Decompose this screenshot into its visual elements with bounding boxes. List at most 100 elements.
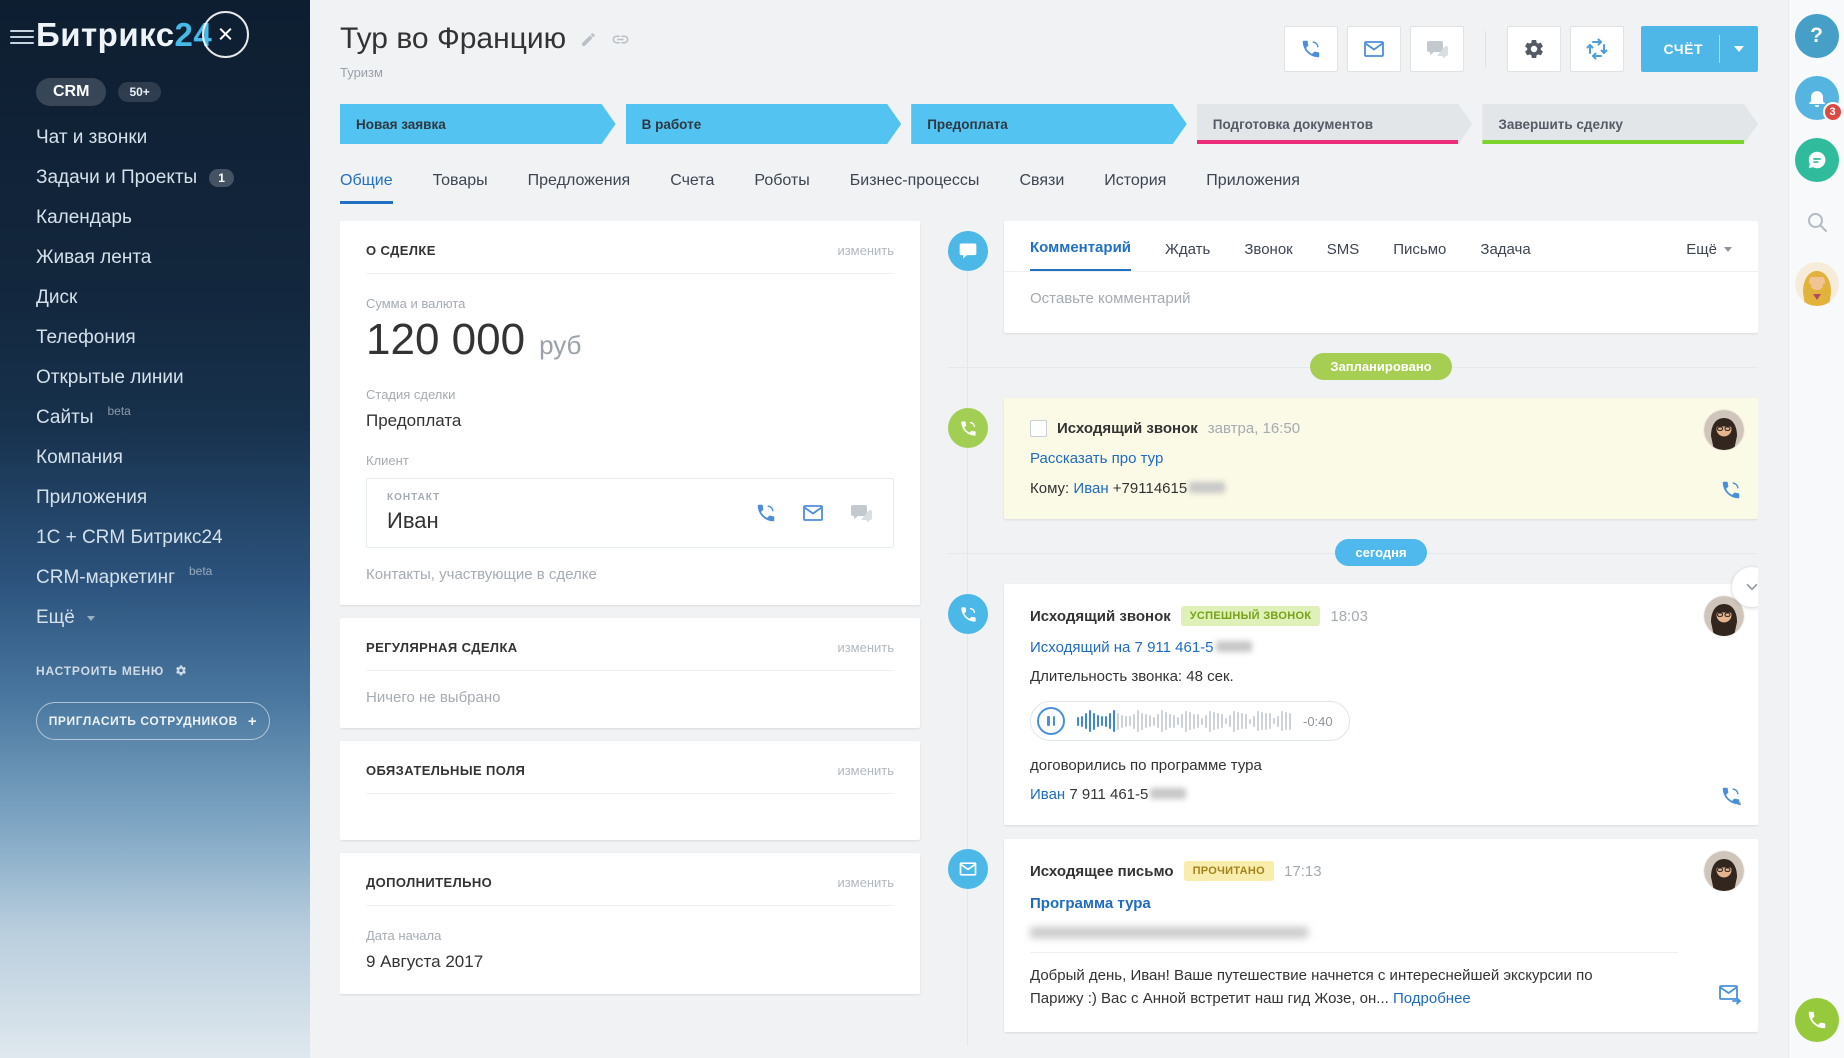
help-button[interactable]: ? [1795, 14, 1839, 58]
sidebar-item-feed[interactable]: Живая лента [36, 238, 310, 278]
composer-tab-comment[interactable]: Комментарий [1030, 239, 1131, 271]
activity-time: завтра, 16:50 [1208, 420, 1300, 437]
comment-input[interactable]: Оставьте комментарий [1004, 272, 1758, 333]
tab-business-processes[interactable]: Бизнес-процессы [850, 172, 980, 204]
tab-general[interactable]: Общие [340, 172, 393, 204]
sidebar-item-tasks-projects[interactable]: Задачи и Проекты1 [36, 158, 310, 198]
stage-document-preparation[interactable]: Подготовка документов [1197, 104, 1473, 144]
stage-prepayment[interactable]: Предоплата [911, 104, 1187, 144]
hamburger-icon[interactable] [10, 26, 34, 48]
sidebar-item-sites[interactable]: Сайтыbeta [36, 398, 310, 438]
notification-count-badge: 3 [1823, 102, 1843, 122]
tab-history[interactable]: История [1104, 172, 1166, 204]
today-pill[interactable]: сегодня [1335, 539, 1426, 566]
planned-pill[interactable]: Запланировано [1310, 353, 1451, 380]
settings-button[interactable] [1507, 26, 1561, 72]
blurred-email-address [1030, 927, 1308, 938]
audio-player: -0:40 [1030, 701, 1350, 741]
sync-icon [1585, 37, 1609, 61]
stage-close-deal[interactable]: Завершить сделку [1482, 104, 1758, 144]
contact-name[interactable]: Иван [387, 508, 440, 534]
redial-icon[interactable] [1720, 785, 1742, 807]
email-button[interactable] [1347, 26, 1401, 72]
sidebar-item-applications[interactable]: Приложения [36, 478, 310, 518]
email-subject-link[interactable]: Программа тура [1030, 895, 1151, 912]
notifications-button[interactable]: 3 [1795, 76, 1839, 120]
stage-value[interactable]: Предоплата [366, 411, 894, 431]
sidebar-item-calendar[interactable]: Календарь [36, 198, 310, 238]
tab-products[interactable]: Товары [433, 172, 488, 204]
sidebar-item-open-lines[interactable]: Открытые линии [36, 358, 310, 398]
tab-invoices[interactable]: Счета [670, 172, 714, 204]
call-subject-link[interactable]: Рассказать про тур [1030, 450, 1163, 467]
invoice-dropdown[interactable] [1720, 46, 1758, 52]
sidebar-item-crm[interactable]: CRM [36, 78, 106, 106]
search-button[interactable] [1795, 200, 1839, 244]
audio-waveform[interactable] [1077, 708, 1291, 734]
contact-link[interactable]: Иван [1030, 786, 1065, 803]
section-title: ОБЯЗАТЕЛЬНЫЕ ПОЛЯ [366, 763, 525, 778]
contact-card[interactable]: КОНТАКТ Иван [366, 478, 894, 548]
sidebar-item-crm-marketing[interactable]: CRM-маркетингbeta [36, 558, 310, 598]
planned-separator: Запланировано [1004, 353, 1758, 380]
right-rail: ? 3 [1788, 0, 1844, 1058]
phone-icon [1300, 38, 1322, 60]
sidebar-item-disk[interactable]: Диск [36, 278, 310, 318]
deal-header: Тур во Францию Туризм [340, 0, 1758, 80]
activity-title: Исходящий звонок [1057, 420, 1198, 437]
read-more-link[interactable]: Подробнее [1393, 990, 1471, 1007]
edit-link[interactable]: изменить [837, 640, 894, 655]
tab-applications[interactable]: Приложения [1206, 172, 1300, 204]
invoice-button[interactable]: СЧЁТ [1641, 26, 1758, 72]
sidebar: Битрикс24 × CRM 50+ Чат и звонки Задачи … [0, 0, 310, 1058]
contact-link[interactable]: Иван [1073, 480, 1108, 497]
pause-button[interactable] [1037, 707, 1065, 735]
messenger-button[interactable] [1795, 138, 1839, 182]
user-avatar[interactable] [1795, 262, 1839, 306]
complete-checkbox[interactable] [1030, 420, 1047, 437]
comment-bubble-icon [948, 231, 988, 271]
reply-mail-icon[interactable] [1718, 982, 1742, 1006]
email-status-badge: ПРОЧИТАНО [1184, 861, 1274, 881]
mail-icon[interactable] [801, 501, 825, 525]
contact-type-label: КОНТАКТ [387, 492, 440, 503]
close-icon[interactable]: × [202, 11, 249, 58]
call-direction-link[interactable]: Исходящий на 7 911 461-5 [1030, 639, 1214, 656]
phone-icon[interactable] [755, 502, 777, 524]
chat-icon[interactable] [849, 501, 873, 525]
call-note: договорились по программе тура [1030, 757, 1678, 774]
tab-quotes[interactable]: Предложения [528, 172, 631, 204]
edit-link[interactable]: изменить [837, 763, 894, 778]
composer-more-dropdown[interactable]: Ещё [1686, 241, 1732, 271]
deal-amount[interactable]: 120 000 [366, 315, 525, 365]
pencil-icon[interactable] [580, 31, 597, 48]
sidebar-item-company[interactable]: Компания [36, 438, 310, 478]
link-icon[interactable] [611, 30, 630, 49]
edit-link[interactable]: изменить [837, 875, 894, 890]
chat-button[interactable] [1410, 26, 1464, 72]
call-button[interactable] [1284, 26, 1338, 72]
call-action-icon[interactable] [1720, 479, 1742, 501]
composer-tab-sms[interactable]: SMS [1327, 241, 1360, 271]
composer-tab-letter[interactable]: Письмо [1393, 241, 1446, 271]
sidebar-item-chat-calls[interactable]: Чат и звонки [36, 118, 310, 158]
phone-call-button[interactable] [1795, 998, 1839, 1042]
configure-menu-button[interactable]: НАСТРОИТЬ МЕНЮ [36, 664, 310, 678]
beta-tag: beta [189, 564, 212, 578]
sidebar-item-telephony[interactable]: Телефония [36, 318, 310, 358]
edit-link[interactable]: изменить [837, 243, 894, 258]
blurred-phone-digits [1189, 482, 1225, 493]
stage-in-progress[interactable]: В работе [626, 104, 902, 144]
sidebar-item-more[interactable]: Ещё [36, 598, 310, 638]
composer-tab-task[interactable]: Задача [1480, 241, 1530, 271]
automation-button[interactable] [1570, 26, 1624, 72]
remaining-time: -0:40 [1303, 714, 1333, 729]
sidebar-item-1c-crm[interactable]: 1С + CRM Битрикс24 [36, 518, 310, 558]
tab-relations[interactable]: Связи [1019, 172, 1064, 204]
tab-robots[interactable]: Роботы [754, 172, 809, 204]
invite-employees-button[interactable]: ПРИГЛАСИТЬ СОТРУДНИКОВ+ [36, 702, 270, 740]
about-deal-card: О СДЕЛКЕ изменить Сумма и валюта 120 000… [340, 221, 920, 605]
composer-tab-wait[interactable]: Ждать [1165, 241, 1210, 271]
composer-tab-call[interactable]: Звонок [1244, 241, 1292, 271]
stage-new-request[interactable]: Новая заявка [340, 104, 616, 144]
